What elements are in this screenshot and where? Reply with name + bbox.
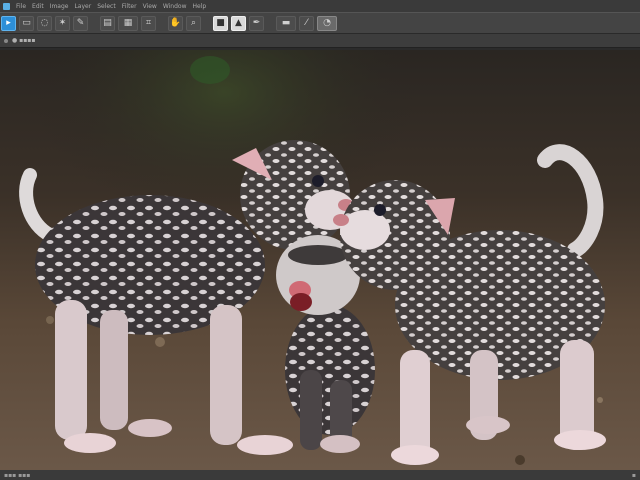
eyedropper-icon[interactable]: ⁄ xyxy=(299,15,314,31)
crop-tool-icon[interactable]: ⌗ xyxy=(141,15,156,31)
stamp-tool-icon[interactable]: ▤ xyxy=(100,15,115,31)
menu-filter[interactable]: Filter xyxy=(122,3,137,10)
hand-tool-icon[interactable]: ✋ xyxy=(168,15,183,31)
magic-wand-icon[interactable]: ✶ xyxy=(55,15,70,31)
image-canvas[interactable] xyxy=(0,50,640,470)
triangle-shape-icon[interactable]: ▲ xyxy=(231,15,246,31)
status-bar: ▪▪▪ ▪▪▪ ▪ xyxy=(0,470,640,480)
history-icon[interactable]: ◔ xyxy=(317,15,337,31)
marquee-tool-icon[interactable]: ▭ xyxy=(19,15,34,31)
foreground-color-icon[interactable]: ■ xyxy=(213,15,228,31)
status-right-text: ▪ xyxy=(631,471,636,479)
menu-window[interactable]: Window xyxy=(163,3,187,10)
lasso-tool-icon[interactable]: ◌ xyxy=(37,15,52,31)
options-bar: ● ▪▪▪▪ xyxy=(0,34,640,48)
status-left-text: ▪▪▪ ▪▪▪ xyxy=(4,471,31,479)
options-toggle-icon[interactable] xyxy=(4,38,8,43)
move-tool-icon[interactable]: ▸ xyxy=(1,15,16,31)
options-label: ● ▪▪▪▪ xyxy=(12,37,36,44)
zoom-tool-icon[interactable]: ⌕ xyxy=(186,15,201,31)
menu-bar: File Edit Image Layer Select Filter View… xyxy=(0,0,640,12)
menu-image[interactable]: Image xyxy=(50,3,69,10)
menu-layer[interactable]: Layer xyxy=(74,3,91,10)
menu-help[interactable]: Help xyxy=(193,3,207,10)
menu-edit[interactable]: Edit xyxy=(32,3,44,10)
gradient-tool-icon[interactable]: ▦ xyxy=(118,15,138,31)
toolbar: ▸ ▭ ◌ ✶ ✎ ▤ ▦ ⌗ ✋ ⌕ ■ ▲ ✒ ▬ ⁄ ◔ xyxy=(0,12,640,34)
layers-icon[interactable]: ▬ xyxy=(276,15,296,31)
photo-canvas xyxy=(0,50,640,470)
menu-select[interactable]: Select xyxy=(97,3,116,10)
pen-tool-icon[interactable]: ✒ xyxy=(249,15,264,31)
brush-tool-icon[interactable]: ✎ xyxy=(73,15,88,31)
app-logo-icon xyxy=(3,2,10,10)
menu-file[interactable]: File xyxy=(16,3,26,10)
menu-view[interactable]: View xyxy=(143,3,157,10)
